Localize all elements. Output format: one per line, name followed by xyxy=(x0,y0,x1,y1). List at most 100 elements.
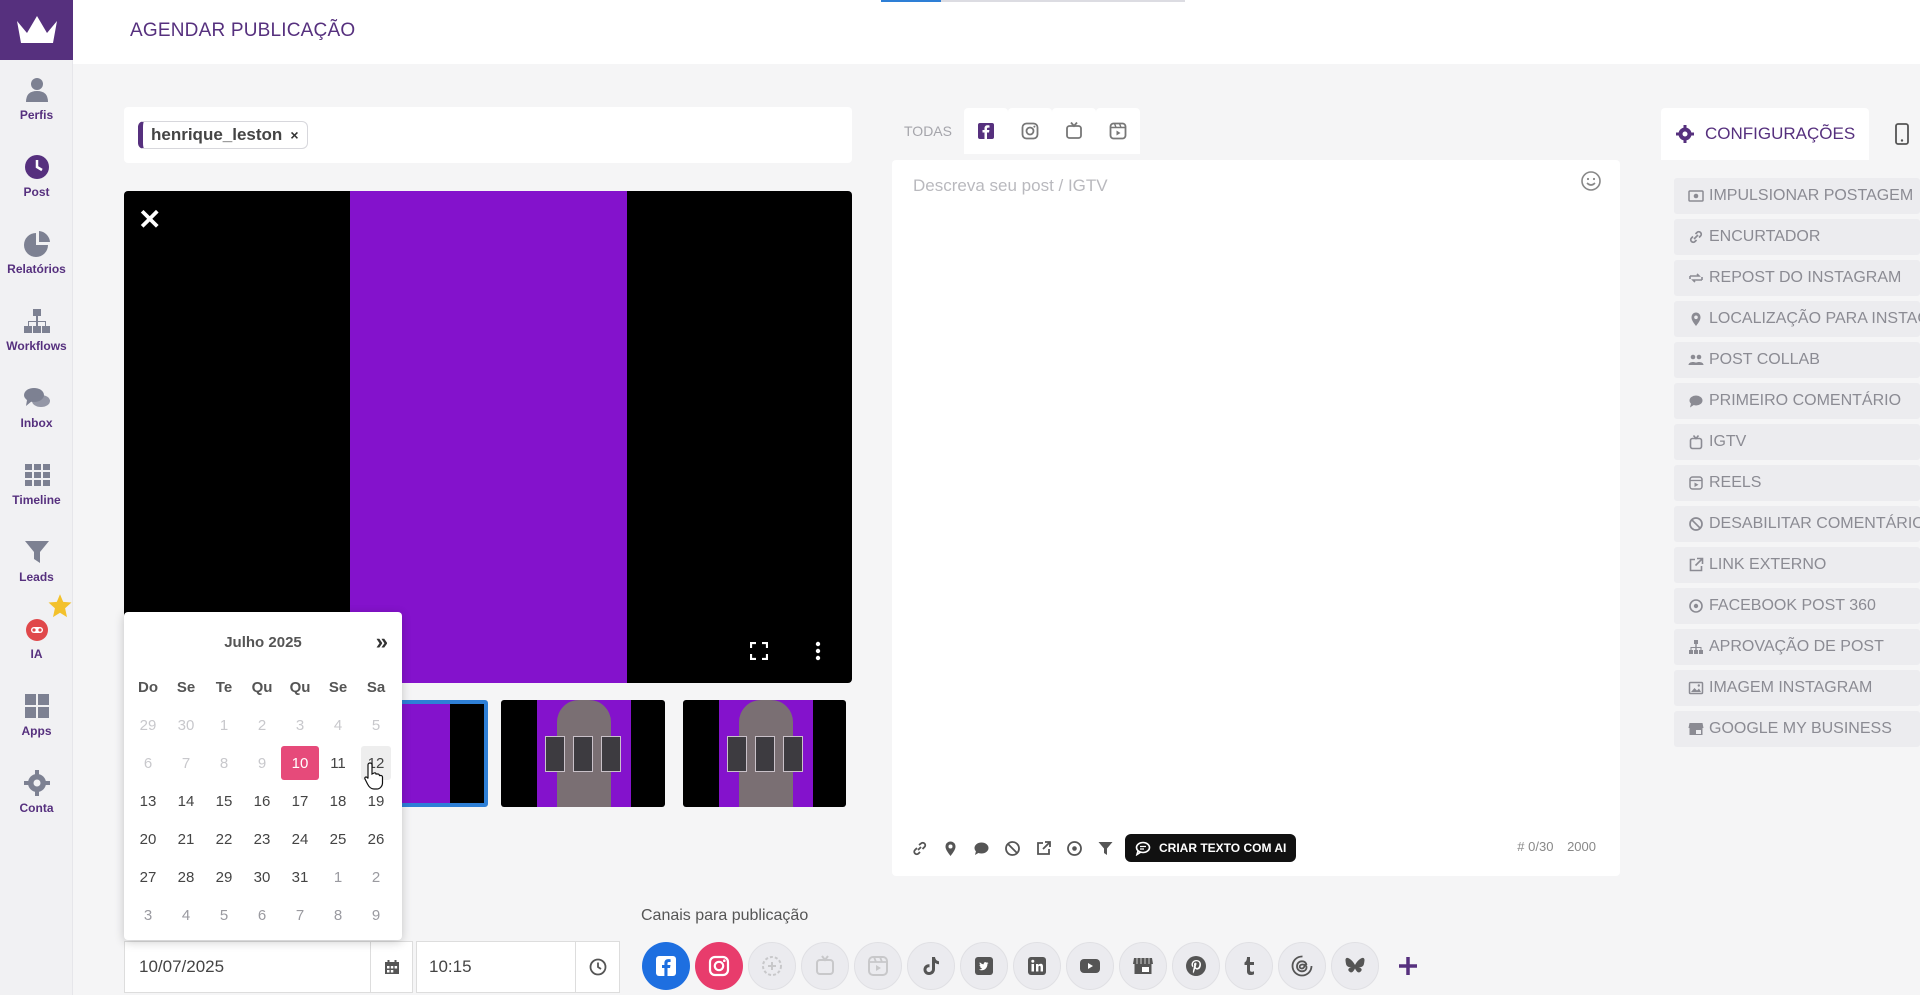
calendar-day[interactable]: 7 xyxy=(281,896,319,934)
channel-igtv[interactable] xyxy=(801,942,849,990)
calendar-day[interactable]: 31 xyxy=(281,858,319,896)
config-option[interactable]: PRIMEIRO COMENTÁRIO xyxy=(1674,383,1920,419)
config-option[interactable]: IMPULSIONAR POSTAGEM xyxy=(1674,178,1920,214)
link-icon[interactable] xyxy=(904,836,935,860)
nav-item-leads[interactable]: Leads xyxy=(0,522,73,599)
create-ai-text-button[interactable]: CRIAR TEXTO COM AI xyxy=(1125,834,1297,862)
nav-item-ia[interactable]: IA xyxy=(0,594,73,676)
calendar-day[interactable]: 30 xyxy=(243,858,281,896)
calendar-day[interactable]: 1 xyxy=(319,858,357,896)
calendar-day[interactable]: 22 xyxy=(205,820,243,858)
channel-instagram[interactable] xyxy=(695,942,743,990)
external-link-icon[interactable] xyxy=(1028,836,1059,860)
channel-twitter[interactable] xyxy=(960,942,1008,990)
calendar-day[interactable]: 2 xyxy=(357,858,395,896)
calendar-day[interactable]: 3 xyxy=(129,896,167,934)
config-option[interactable]: LOCALIZAÇÃO PARA INSTAGRAM xyxy=(1674,301,1920,337)
channel-threads[interactable] xyxy=(1278,942,1326,990)
mobile-preview-button[interactable] xyxy=(1883,108,1920,160)
calendar-day[interactable]: 16 xyxy=(243,782,281,820)
calendar-day[interactable]: 15 xyxy=(205,782,243,820)
nav-item-conta[interactable]: Conta xyxy=(0,753,73,830)
config-option[interactable]: REELS xyxy=(1674,465,1920,501)
calendar-day[interactable]: 24 xyxy=(281,820,319,858)
calendar-day[interactable]: 27 xyxy=(129,858,167,896)
nav-item-post[interactable]: Post xyxy=(0,137,73,214)
media-thumbnail[interactable] xyxy=(683,700,846,807)
nav-item-perfis[interactable]: Perfis xyxy=(0,60,73,137)
calendar-day[interactable]: 11 xyxy=(319,744,357,782)
config-option[interactable]: DESABILITAR COMENTÁRIO xyxy=(1674,506,1920,542)
calendar-day[interactable]: 8 xyxy=(319,896,357,934)
channel-tiktok[interactable] xyxy=(907,942,955,990)
calendar-day[interactable]: 5 xyxy=(205,896,243,934)
config-option[interactable]: IMAGEM INSTAGRAM xyxy=(1674,670,1920,706)
logo[interactable] xyxy=(0,0,73,60)
calendar-day[interactable]: 29 xyxy=(205,858,243,896)
calendar-day[interactable]: 25 xyxy=(319,820,357,858)
calendar-day[interactable]: 1 xyxy=(205,706,243,744)
tab-reels[interactable] xyxy=(1095,108,1140,154)
calendar-day[interactable]: 21 xyxy=(167,820,205,858)
calendar-icon[interactable] xyxy=(371,941,413,993)
calendar-day[interactable]: 17 xyxy=(281,782,319,820)
calendar-day[interactable]: 6 xyxy=(243,896,281,934)
calendar-day[interactable]: 8 xyxy=(205,744,243,782)
channel-facebook[interactable] xyxy=(642,942,690,990)
channel-youtube[interactable] xyxy=(1066,942,1114,990)
calendar-day[interactable]: 5 xyxy=(357,706,395,744)
tab-igtv[interactable] xyxy=(1051,108,1096,154)
channel-instagram-story[interactable] xyxy=(748,942,796,990)
nav-item-inbox[interactable]: Inbox xyxy=(0,368,73,445)
config-option[interactable]: FACEBOOK POST 360 xyxy=(1674,588,1920,624)
config-option[interactable]: REPOST DO INSTAGRAM xyxy=(1674,260,1920,296)
tab-instagram[interactable] xyxy=(1007,108,1052,154)
tab-configuracoes[interactable]: CONFIGURAÇÕES xyxy=(1661,108,1870,160)
filter-icon[interactable] xyxy=(1090,836,1121,860)
nav-item-workflows[interactable]: Workflows xyxy=(0,291,73,368)
calendar-day[interactable]: 28 xyxy=(167,858,205,896)
config-option[interactable]: ENCURTADOR xyxy=(1674,219,1920,255)
calendar-day[interactable]: 9 xyxy=(357,896,395,934)
nav-item-relatorios[interactable]: Relatórios xyxy=(0,214,73,291)
calendar-day[interactable]: 18 xyxy=(319,782,357,820)
channel-pinterest[interactable] xyxy=(1172,942,1220,990)
calendar-day[interactable]: 3 xyxy=(281,706,319,744)
next-month-button[interactable]: » xyxy=(376,629,388,655)
config-option[interactable]: IGTV xyxy=(1674,424,1920,460)
date-field[interactable]: 10/07/2025 xyxy=(124,941,371,993)
calendar-day[interactable]: 6 xyxy=(129,744,167,782)
target-icon[interactable] xyxy=(1059,836,1090,860)
channel-google-business[interactable] xyxy=(1119,942,1167,990)
calendar-day[interactable]: 29 xyxy=(129,706,167,744)
calendar-day[interactable]: 7 xyxy=(167,744,205,782)
calendar-day[interactable]: 4 xyxy=(167,896,205,934)
calendar-day[interactable]: 14 xyxy=(167,782,205,820)
calendar-day[interactable]: 23 xyxy=(243,820,281,858)
nav-item-timeline[interactable]: Timeline xyxy=(0,445,73,522)
profile-selector[interactable]: henrique_leston × xyxy=(124,107,852,163)
post-editor[interactable]: Descreva seu post / IGTV CRIAR TEXTO COM… xyxy=(892,160,1620,876)
location-icon[interactable] xyxy=(935,836,966,860)
calendar-day[interactable]: 30 xyxy=(167,706,205,744)
config-option[interactable]: POST COLLAB xyxy=(1674,342,1920,378)
more-options-icon[interactable] xyxy=(815,641,821,661)
add-channel-button[interactable] xyxy=(1384,942,1432,990)
nav-item-apps[interactable]: Apps xyxy=(0,676,73,753)
emoji-icon[interactable] xyxy=(1580,170,1602,192)
calendar-day[interactable]: 26 xyxy=(357,820,395,858)
close-preview-icon[interactable]: ✕ xyxy=(138,203,161,236)
config-option[interactable]: APROVAÇÃO DE POST xyxy=(1674,629,1920,665)
calendar-day[interactable]: 10 xyxy=(281,744,319,782)
clock-icon[interactable] xyxy=(576,941,620,993)
calendar-day[interactable]: 4 xyxy=(319,706,357,744)
media-thumbnail[interactable] xyxy=(501,700,665,807)
tab-facebook[interactable] xyxy=(963,108,1008,154)
tab-all[interactable]: TODAS xyxy=(892,108,964,154)
calendar-day[interactable]: 20 xyxy=(129,820,167,858)
channel-reels[interactable] xyxy=(854,942,902,990)
remove-profile-icon[interactable]: × xyxy=(290,127,298,143)
calendar-day[interactable]: 13 xyxy=(129,782,167,820)
fullscreen-icon[interactable] xyxy=(750,642,768,660)
calendar-day[interactable]: 9 xyxy=(243,744,281,782)
